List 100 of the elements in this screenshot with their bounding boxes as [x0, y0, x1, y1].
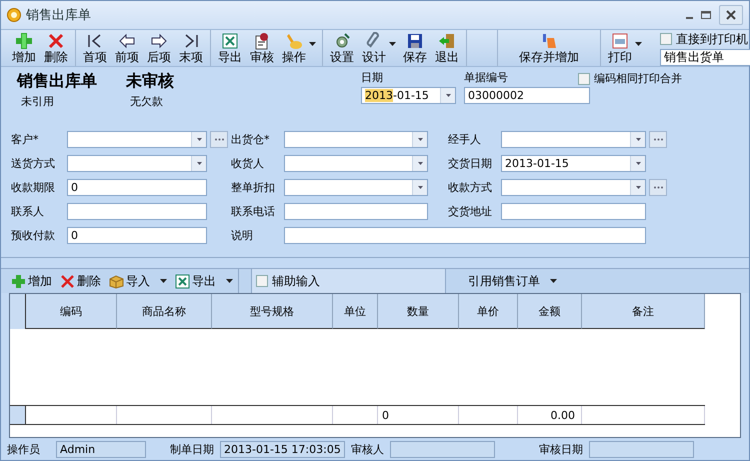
input-field[interactable]: [67, 202, 207, 220]
reference-dropdown-button[interactable]: 引用销售订单: [468, 272, 557, 290]
dropdown-field[interactable]: 2013-01-15: [501, 154, 646, 172]
caret-icon: [196, 162, 202, 164]
input-field[interactable]: 0: [67, 226, 207, 244]
input-field[interactable]: [501, 202, 646, 220]
toolbar-button[interactable]: 保存: [400, 30, 430, 66]
exit-door-icon: [438, 32, 456, 50]
field-label: 出货仓*: [231, 132, 270, 146]
toolbar-button[interactable]: 设计: [359, 30, 398, 66]
toolbar-button[interactable]: 导出: [215, 30, 245, 66]
floppy-icon: [406, 32, 424, 50]
field-label: 预收付款: [11, 228, 56, 242]
dropdown-field[interactable]: [284, 130, 428, 148]
toolbar-button[interactable]: 后项: [144, 30, 174, 66]
toolbar-button[interactable]: 删除: [60, 272, 101, 290]
browse-button[interactable]: [649, 130, 667, 148]
debt-status: 无欠款: [129, 94, 164, 110]
toolbar-button[interactable]: 导出: [175, 272, 233, 290]
caret-icon: [446, 94, 450, 97]
box-icon: [109, 274, 124, 288]
field-label: 收货人: [231, 156, 265, 170]
toolbar-button[interactable]: 保存并增加: [516, 30, 582, 66]
column-header[interactable]: 型号规格: [212, 294, 333, 329]
ellipsis-icon: [214, 138, 224, 140]
close-button[interactable]: [719, 5, 743, 25]
checkbox[interactable]: [256, 275, 268, 287]
toolbar-button[interactable]: 审核: [247, 30, 277, 66]
toolbar-button[interactable]: 退出: [432, 30, 462, 66]
column-header[interactable]: 单价: [459, 294, 518, 329]
reference-status: 未引用: [20, 94, 55, 110]
status-label: 制单日期: [170, 442, 214, 456]
column-header[interactable]: 编码: [26, 294, 117, 329]
caret-icon: [636, 186, 640, 188]
column-header[interactable]: 数量: [378, 294, 459, 329]
template-dropdown[interactable]: 销售出货单: [660, 48, 750, 66]
dropdown-field[interactable]: [501, 130, 646, 148]
right-arrow-icon: [150, 32, 168, 50]
dropdown-field[interactable]: [67, 154, 207, 172]
toolbar-button[interactable]: 前项: [112, 30, 142, 66]
caret-icon: [636, 162, 640, 164]
toolbar-button[interactable]: 首项: [80, 30, 110, 66]
column-header[interactable]: 单位: [333, 294, 378, 329]
input-field[interactable]: [284, 202, 428, 220]
checkbox[interactable]: [660, 33, 672, 45]
window-title: 销售出库单: [26, 7, 91, 24]
field-label: 单据编号: [464, 71, 508, 85]
dropdown-field[interactable]: [501, 178, 646, 196]
field-label: 交货地址: [448, 204, 493, 218]
plus-icon: [15, 32, 33, 50]
browse-button[interactable]: [210, 130, 228, 148]
status-label: 审核日期: [539, 442, 583, 456]
caret-icon: [550, 279, 557, 283]
toolbar-button[interactable]: 删除: [41, 30, 71, 66]
dropdown-field[interactable]: [284, 154, 428, 172]
toolbar-button[interactable]: 末项: [176, 30, 206, 66]
ellipsis-icon: [654, 138, 662, 140]
field-label: 收款方式: [448, 180, 493, 194]
field-label: 日期: [361, 71, 383, 85]
browse-button[interactable]: [649, 178, 667, 196]
field-label: 收款期限: [11, 180, 56, 194]
caret-icon: [636, 138, 640, 140]
dropdown-field[interactable]: [284, 178, 428, 196]
checkbox-label: 直接到打印机: [676, 30, 748, 48]
toolbar-button[interactable]: 导入: [109, 272, 167, 290]
coin-icon: [7, 8, 21, 22]
status-label: 审核人: [351, 442, 384, 456]
left-arrow-icon: [118, 32, 136, 50]
readonly-field: 2013-01-15 17:03:05: [220, 440, 345, 458]
field-label: 送货方式: [11, 156, 56, 170]
printer-icon: [611, 32, 629, 50]
stamp-icon: [253, 32, 271, 50]
column-header[interactable]: 备注: [582, 294, 705, 329]
toolbar-button[interactable]: 增加: [11, 272, 52, 290]
input-field[interactable]: 0: [67, 178, 207, 196]
audit-status: 未审核: [126, 71, 175, 91]
date-field[interactable]: 2013-01-15: [361, 87, 456, 104]
status-label: 操作员: [7, 442, 40, 456]
checkbox-label: 辅助输入: [272, 272, 320, 290]
input-field[interactable]: [284, 226, 646, 244]
toolbar-button[interactable]: 操作: [279, 30, 318, 66]
maximize-icon: [701, 11, 711, 19]
form-title: 销售出库单: [17, 71, 98, 91]
readonly-field: Admin: [56, 440, 146, 458]
caret-icon: [196, 138, 202, 140]
toolbar-button[interactable]: 增加: [9, 30, 39, 66]
dropdown-field[interactable]: [67, 130, 207, 148]
checkbox[interactable]: [578, 72, 590, 84]
field-label: 客户*: [11, 132, 40, 146]
field-label: 说明: [231, 228, 254, 242]
toolbar-button[interactable]: 打印: [605, 30, 644, 66]
input-field[interactable]: 03000002: [464, 87, 590, 104]
toolbar-button[interactable]: 设置: [327, 30, 357, 66]
column-header[interactable]: 商品名称: [117, 294, 212, 329]
caret-icon: [418, 186, 422, 188]
caret-icon: [418, 162, 422, 164]
spreadsheet-icon: [175, 274, 190, 288]
caret-icon: [418, 138, 422, 140]
column-header[interactable]: 金额: [518, 294, 582, 329]
field-label: 联系人: [11, 204, 45, 218]
